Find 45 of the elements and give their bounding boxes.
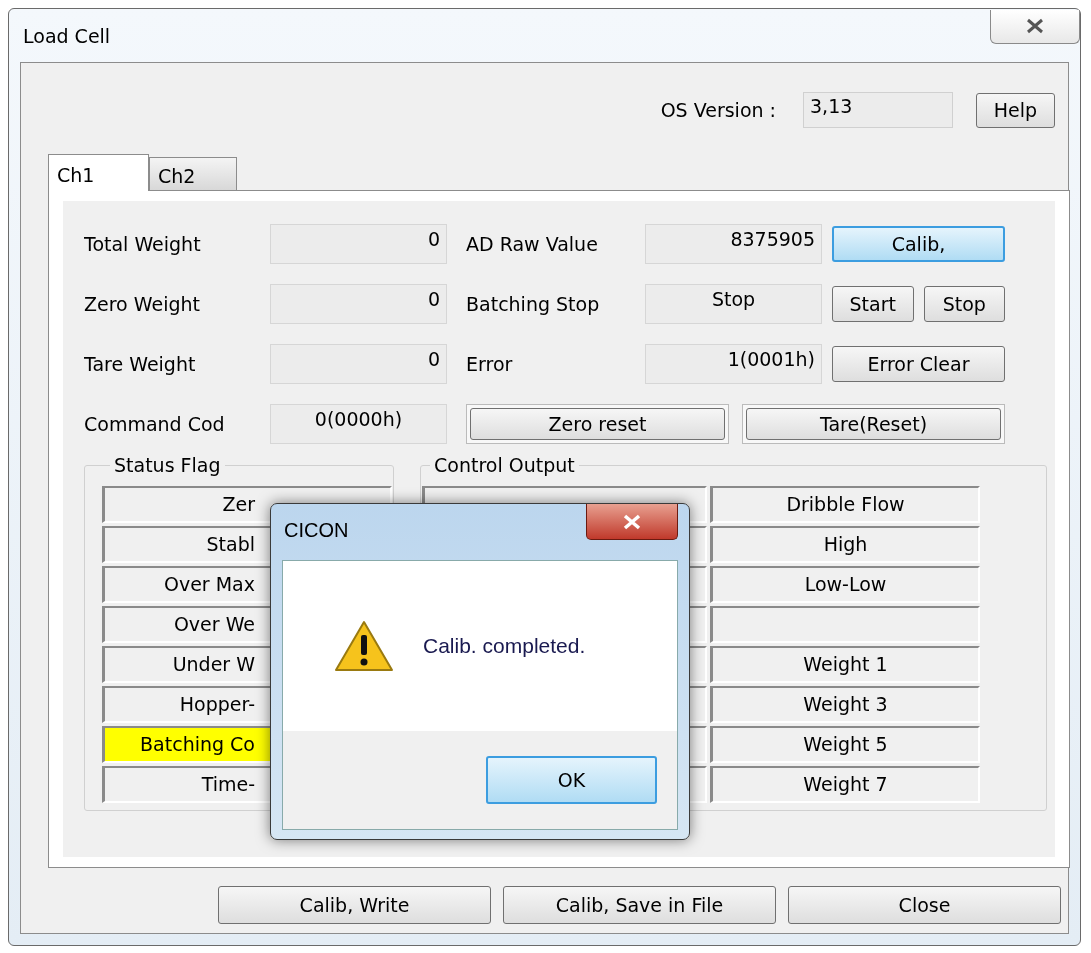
help-button[interactable]: Help	[976, 92, 1055, 128]
tab[interactable]: Ch1	[48, 154, 149, 191]
value-field: Stop	[645, 284, 822, 324]
field-label: Tare Weight	[84, 353, 197, 375]
close-icon	[623, 513, 641, 530]
os-version-label: OS Version :	[660, 99, 776, 121]
close-button[interactable]	[586, 504, 678, 540]
field-label: AD Raw Value	[466, 233, 599, 255]
close-icon	[1026, 18, 1044, 34]
field-label: Zero Weight	[84, 293, 201, 315]
output-cell: Weight 1	[710, 646, 980, 683]
button[interactable]: Calib, Save in File	[503, 886, 776, 924]
button[interactable]: Calib,	[832, 226, 1005, 262]
value-field: 0	[270, 224, 447, 264]
value-field: 0	[270, 344, 447, 384]
os-version-field: 3,13	[803, 92, 953, 128]
output-cell: Weight 5	[710, 726, 980, 763]
field-label: Total Weight	[84, 233, 202, 255]
group-title: Status Flag	[113, 454, 222, 476]
window-title: Load Cell	[23, 24, 111, 47]
output-cell: Low-Low	[710, 566, 980, 603]
value-field: 8375905	[645, 224, 822, 264]
button[interactable]: Calib, Write	[218, 886, 491, 924]
tab[interactable]: Ch2	[149, 157, 237, 190]
warning-icon	[333, 619, 395, 673]
button[interactable]: Stop	[923, 286, 1005, 322]
button[interactable]: Error Clear	[832, 346, 1005, 382]
output-cell: Dribble Flow	[710, 486, 980, 523]
field-label: Batching Stop	[466, 293, 601, 315]
close-button[interactable]	[990, 9, 1080, 44]
value-field: 0	[270, 284, 447, 324]
group-title: Control Output	[433, 454, 576, 476]
field-label: Command Cod	[84, 413, 226, 435]
field-label: Error	[466, 353, 514, 375]
output-cell: Weight 3	[710, 686, 980, 723]
button[interactable]: Close	[788, 886, 1061, 924]
button[interactable]: Tare(Reset)	[746, 408, 1001, 440]
button[interactable]: Start	[832, 286, 914, 322]
ok-button[interactable]: OK	[486, 756, 657, 804]
value-field: 1(0001h)	[645, 344, 822, 384]
output-cell: High	[710, 526, 980, 563]
value-field: 0(0000h)	[270, 404, 447, 444]
dialog-message: Calib. completed.	[423, 634, 586, 658]
output-cell: Weight 7	[710, 766, 980, 803]
button[interactable]: Zero reset	[470, 408, 725, 440]
